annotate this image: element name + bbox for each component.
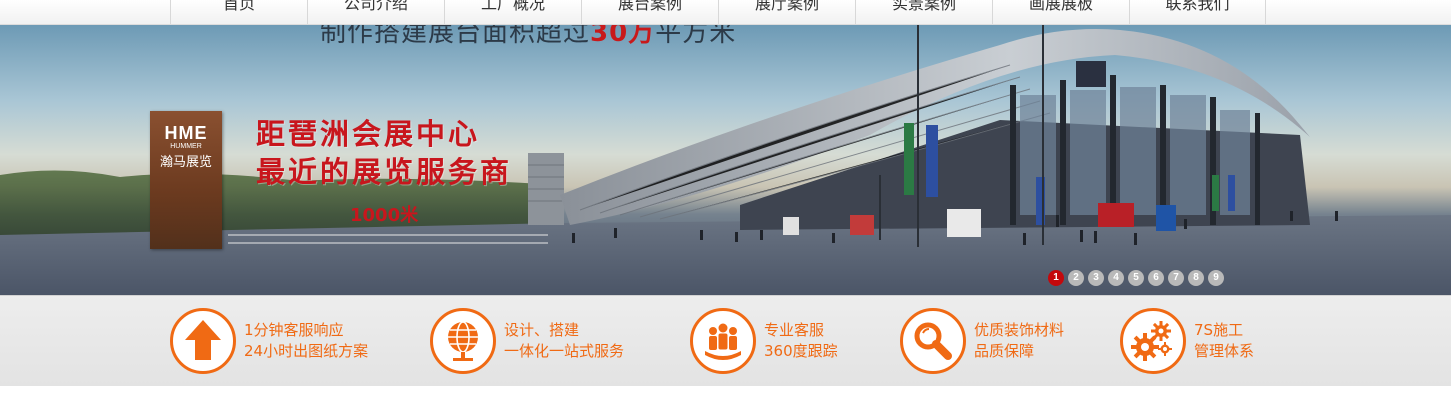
slide-dot-4[interactable]: 4 <box>1108 270 1124 286</box>
slide-dot-5[interactable]: 5 <box>1128 270 1144 286</box>
nav-item-label: 联系我们 <box>1165 0 1230 13</box>
nav-list: 首页 公司介绍 工厂概况 展台案例 展厅案例 实景案例 画展展板 联系我们 <box>170 0 1266 24</box>
slide-pagination: 1 2 3 4 5 6 7 8 9 <box>1048 270 1224 286</box>
banner-headline-line2: 最近的展览服务商 <box>256 155 513 189</box>
feature-text-line2: 24小时出图纸方案 <box>244 342 369 360</box>
feature-strip: 1分钟客服响应 24小时出图纸方案 设计、搭建 一体化一站式服务 专业客服 36… <box>0 295 1451 386</box>
feature-text-line2: 360度跟踪 <box>764 342 838 360</box>
nav-item-label: 公司介绍 <box>343 0 408 13</box>
nav-item-label: 实景案例 <box>891 0 956 13</box>
feature-text-line1: 设计、搭建 <box>504 321 580 339</box>
banner-headline-line1: 距琶洲会展中心 <box>256 117 481 151</box>
banner-top-slogan: 制作搭建展台面积超过30万平方米 <box>320 25 737 48</box>
feature-text-line1: 7S施工 <box>1194 321 1244 339</box>
slide-dot-7[interactable]: 7 <box>1168 270 1184 286</box>
nav-item-label: 展台案例 <box>617 0 682 13</box>
team-icon <box>690 308 756 374</box>
slide-dot-1[interactable]: 1 <box>1048 270 1064 286</box>
nav-item-booth-cases[interactable]: 展台案例 <box>581 0 718 24</box>
feature-text-line2: 一体化一站式服务 <box>504 342 625 360</box>
logo-subtitle: HUMMER <box>170 143 202 150</box>
magnifier-icon <box>900 308 966 374</box>
slide-dot-8[interactable]: 8 <box>1188 270 1204 286</box>
nav-item-contact[interactable]: 联系我们 <box>1129 0 1266 24</box>
top-nav: 首页 公司介绍 工厂概况 展台案例 展厅案例 实景案例 画展展板 联系我们 <box>0 0 1451 25</box>
slide-dot-6[interactable]: 6 <box>1148 270 1164 286</box>
slide-dot-3[interactable]: 3 <box>1088 270 1104 286</box>
upload-arrow-icon <box>170 308 236 374</box>
gears-icon <box>1120 308 1186 374</box>
feature-text-line1: 优质装饰材料 <box>974 321 1065 339</box>
company-logo: HME HUMMER 瀚马展览 <box>150 111 222 249</box>
slide-dot-2[interactable]: 2 <box>1068 270 1084 286</box>
nav-item-label: 首页 <box>222 0 255 13</box>
logo-chinese-name: 瀚马展览 <box>159 155 212 170</box>
logo-wordmark: HME <box>164 123 208 143</box>
nav-item-display-boards[interactable]: 画展展板 <box>992 0 1129 24</box>
banner-distance: 1000米 <box>350 205 419 226</box>
nav-item-about[interactable]: 公司介绍 <box>307 0 444 24</box>
nav-item-label: 展厅案例 <box>754 0 819 13</box>
nav-item-home[interactable]: 首页 <box>170 0 307 24</box>
feature-text-line2: 品质保障 <box>974 342 1035 360</box>
nav-item-real-cases[interactable]: 实景案例 <box>855 0 992 24</box>
feature-text-line1: 1分钟客服响应 <box>244 321 344 339</box>
feature-text-line2: 管理体系 <box>1194 342 1255 360</box>
page-bottom-spacer <box>0 387 1451 402</box>
nav-item-showroom-cases[interactable]: 展厅案例 <box>718 0 855 24</box>
nav-item-label: 画展展板 <box>1028 0 1093 13</box>
nav-item-factory[interactable]: 工厂概况 <box>444 0 581 24</box>
feature-text-line1: 专业客服 <box>764 321 825 339</box>
globe-icon <box>430 308 496 374</box>
hero-banner[interactable]: 制作搭建展台面积超过30万平方米 HME HUMMER 瀚马展览 距琶洲会展中心… <box>0 25 1451 295</box>
slide-dot-9[interactable]: 9 <box>1208 270 1224 286</box>
nav-item-label: 工厂概况 <box>480 0 545 13</box>
